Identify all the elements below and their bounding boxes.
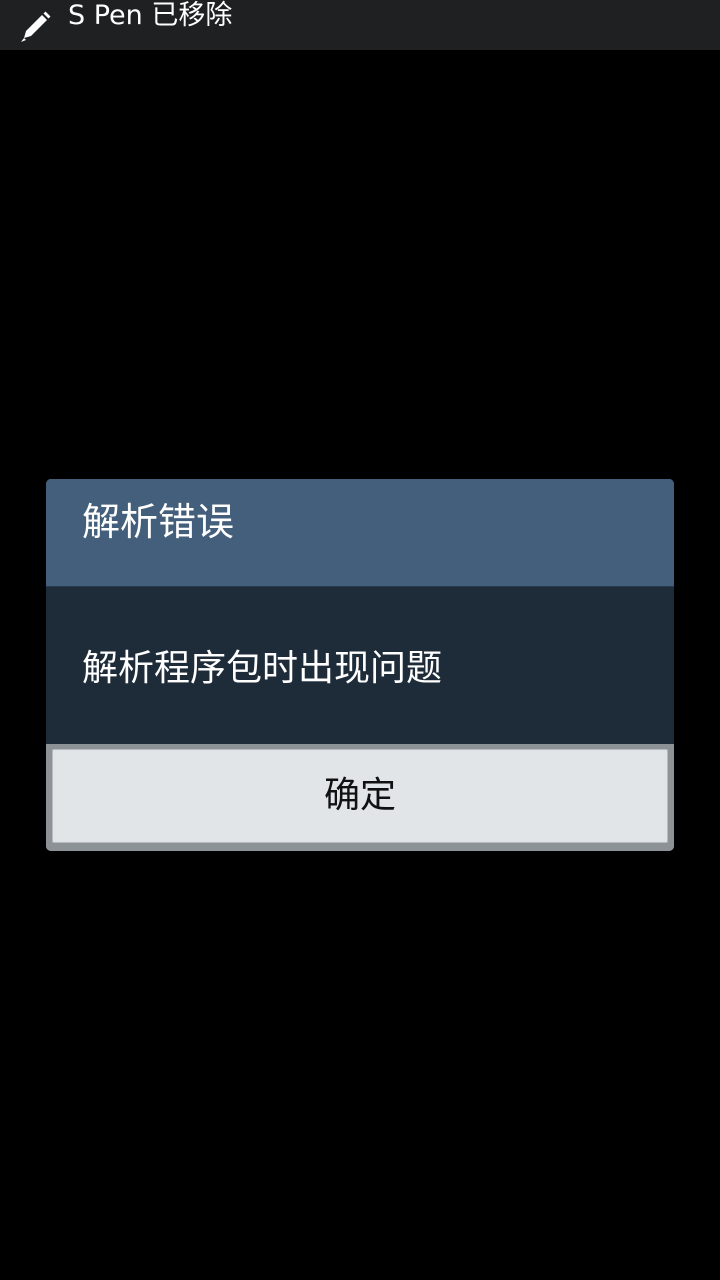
notification-text: S Pen 已移除	[68, 0, 233, 31]
dialog-header: 解析错误	[46, 479, 674, 587]
dialog-message: 解析程序包时出现问题	[82, 648, 443, 689]
dialog-footer: 确定	[46, 744, 674, 851]
error-dialog: 解析错误 解析程序包时出现问题 确定	[46, 479, 674, 851]
dialog-body: 解析程序包时出现问题	[46, 587, 674, 744]
pen-icon	[18, 8, 54, 44]
status-bar: S Pen 已移除	[0, 0, 720, 50]
dialog-title: 解析错误	[82, 500, 235, 544]
ok-button[interactable]: 确定	[52, 749, 668, 843]
